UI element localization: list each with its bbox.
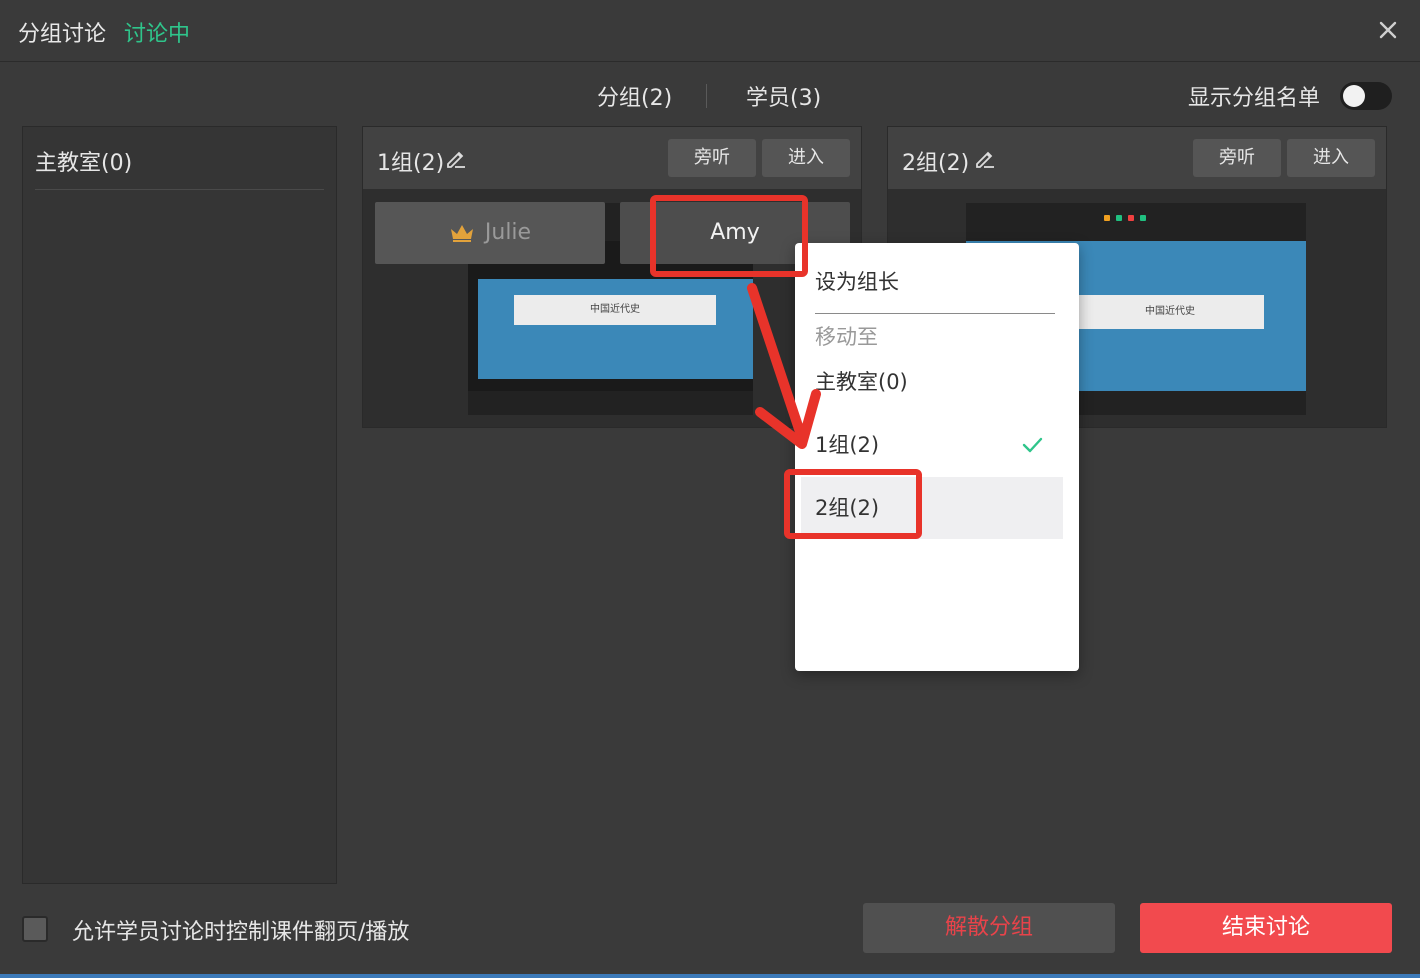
discussion-status: 讨论中 — [124, 22, 191, 47]
group-card-1: 1组(2) 旁听 进入 中国近代史 — [362, 126, 862, 428]
thumb-controlbar — [468, 391, 753, 415]
group-title: 2组(2) — [902, 151, 970, 176]
crown-icon — [450, 225, 473, 242]
enter-button[interactable]: 进入 — [762, 139, 850, 177]
highlight-box — [650, 195, 808, 277]
edit-icon[interactable] — [445, 147, 467, 169]
divider — [35, 189, 324, 190]
show-group-list-label: 显示分组名单 — [1187, 86, 1320, 111]
move-to-label: 移动至 — [815, 325, 878, 349]
tab-divider — [706, 84, 707, 108]
slide-title: 中国近代史 — [1076, 295, 1264, 329]
window-bottom-border — [0, 974, 1420, 978]
close-icon[interactable] — [1374, 16, 1402, 44]
menu-divider — [815, 313, 1055, 314]
member-name: Julie — [484, 220, 532, 245]
monitor-button[interactable]: 旁听 — [1193, 139, 1281, 177]
thumb-toolbar — [966, 203, 1306, 241]
dialog-title: 分组讨论 — [18, 22, 107, 47]
group-header: 1组(2) 旁听 进入 — [363, 127, 861, 189]
allow-control-label: 允许学员讨论时控制课件翻页/播放 — [72, 920, 410, 945]
edit-icon[interactable] — [974, 147, 996, 169]
allow-control-checkbox[interactable] — [22, 916, 48, 942]
check-icon — [1022, 437, 1043, 453]
tab-groups[interactable]: 分组(2) — [597, 80, 672, 112]
dissolve-groups-button[interactable]: 解散分组 — [863, 903, 1115, 953]
slide-title: 中国近代史 — [514, 295, 716, 325]
thumb-dot — [1128, 215, 1134, 221]
tab-students[interactable]: 学员(3) — [746, 80, 821, 112]
thumb-dot — [1104, 215, 1110, 221]
menu-item-main-room[interactable]: 主教室(0) — [795, 351, 1079, 413]
toggle-knob — [1343, 85, 1365, 107]
menu-item-group-1[interactable]: 1组(2) — [795, 414, 1079, 476]
thumb-dot — [1116, 215, 1122, 221]
member-tile-julie[interactable]: Julie — [375, 202, 605, 264]
enter-button[interactable]: 进入 — [1287, 139, 1375, 177]
menu-item-label: 1组(2) — [815, 433, 880, 457]
title-bar: 分组讨论 讨论中 — [0, 0, 1420, 62]
highlight-box — [784, 469, 922, 539]
slide-area — [478, 279, 753, 379]
member-context-menu: 设为组长 移动至 主教室(0) 1组(2) 2组(2) — [795, 243, 1079, 671]
main-room-panel: 主教室(0) — [22, 126, 337, 884]
group-title: 1组(2) — [377, 151, 445, 176]
end-discussion-button[interactable]: 结束讨论 — [1140, 903, 1392, 953]
menu-item-set-leader[interactable]: 设为组长 — [795, 251, 1079, 313]
monitor-button[interactable]: 旁听 — [668, 139, 756, 177]
show-group-list-toggle[interactable] — [1340, 82, 1392, 110]
main-room-title: 主教室(0) — [35, 151, 133, 176]
thumb-dot — [1140, 215, 1146, 221]
group-header: 2组(2) 旁听 进入 — [888, 127, 1386, 189]
